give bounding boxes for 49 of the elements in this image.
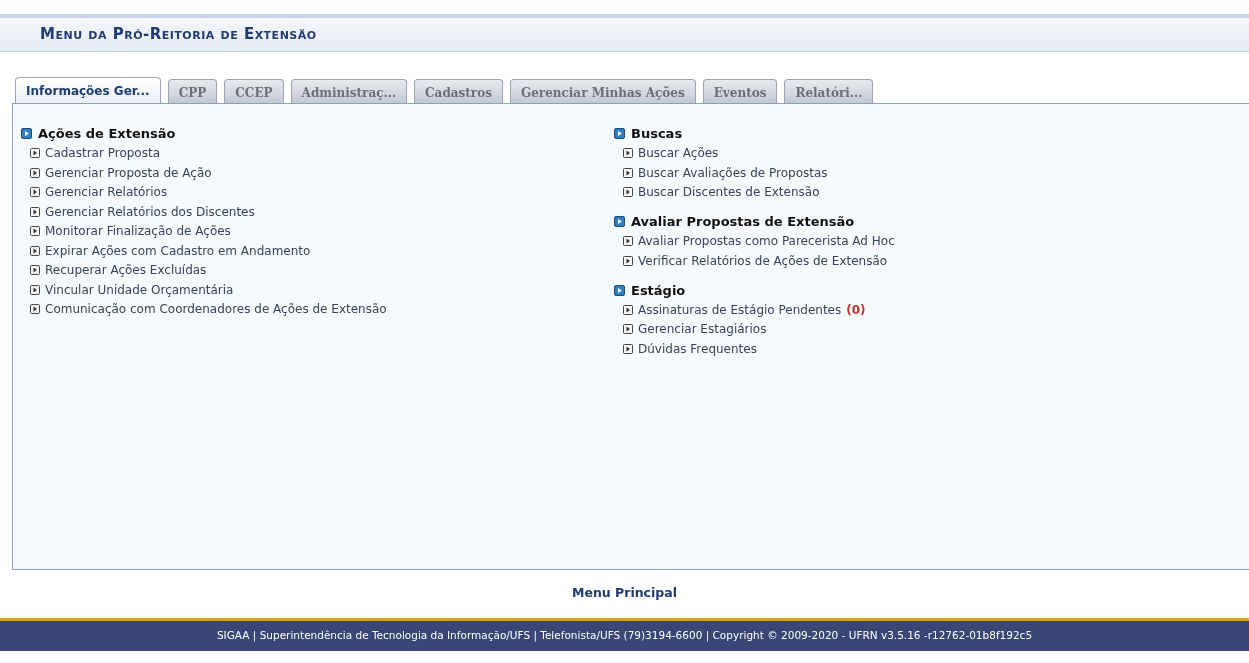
menu-link[interactable]: Recuperar Ações Excluídas xyxy=(45,261,207,280)
section-heading: Avaliar Propostas de Extensão xyxy=(631,213,855,231)
menu-link[interactable]: Buscar Discentes de Extensão xyxy=(638,183,820,202)
tab[interactable]: CPP xyxy=(167,79,218,103)
tab[interactable]: CCEP xyxy=(224,79,284,103)
arrow-icon xyxy=(623,236,633,247)
menu-link[interactable]: Gerenciar Relatórios dos Discentes xyxy=(45,202,255,221)
arrow-icon xyxy=(623,343,633,354)
page-title: Menu da Pró-Reitoria de Extensão xyxy=(40,24,317,46)
menu-link[interactable]: Buscar Ações xyxy=(638,144,719,163)
tab[interactable]: Informações Ger... xyxy=(15,77,161,103)
menu-link[interactable]: Vincular Unidade Orçamentária xyxy=(45,280,234,299)
section-heading: Ações de Extensão xyxy=(38,125,176,143)
footer-text: SIGAA | Superintendência de Tecnologia da Informação/UFS | Telefonista/UFS (79)3194-6600 | Copyright © 2009-2020 - UFRN v3.5.16 -r12762-01b8f192c5 xyxy=(216,628,1033,641)
section-heading: Buscas xyxy=(631,125,683,143)
menu-link[interactable]: Monitorar Finalização de Ações xyxy=(45,222,231,241)
arrow-icon xyxy=(30,284,40,295)
arrow-icon xyxy=(30,148,40,159)
arrow-icon xyxy=(30,245,40,256)
arrow-icon xyxy=(30,304,40,315)
arrow-icon xyxy=(30,206,40,217)
menu-link[interactable]: Gerenciar Relatórios xyxy=(45,183,168,202)
arrow-icon xyxy=(623,167,633,178)
arrow-icon xyxy=(623,304,633,315)
section-icon xyxy=(614,128,625,140)
menu-link[interactable]: Gerenciar Proposta de Ação xyxy=(45,163,212,182)
menu-link[interactable]: Avaliar Propostas como Parecerista Ad Hoc xyxy=(638,232,895,251)
arrow-icon xyxy=(623,187,633,198)
menu-link[interactable]: Assinaturas de Estágio Pendentes xyxy=(638,300,842,319)
arrow-icon xyxy=(623,324,633,335)
menu-link[interactable]: Expirar Ações com Cadastro em Andamento xyxy=(45,241,311,260)
arrow-icon xyxy=(30,226,40,237)
section-icon xyxy=(21,128,32,140)
menu-link[interactable]: Gerenciar Estagiários xyxy=(638,320,767,339)
arrow-icon xyxy=(30,265,40,276)
pending-count: (0) xyxy=(846,301,866,319)
menu-link[interactable]: Cadastrar Proposta xyxy=(45,144,160,163)
section-heading: Estágio xyxy=(631,281,686,300)
arrow-icon xyxy=(30,187,40,198)
menu-link[interactable]: Verificar Relatórios de Ações de Extensão xyxy=(638,251,888,270)
arrow-icon xyxy=(623,255,633,266)
menu-link[interactable]: Comunicação com Coordenadores de Ações de Extensão xyxy=(45,300,387,319)
arrow-icon xyxy=(30,167,40,178)
section-icon xyxy=(614,216,625,228)
main-menu-link[interactable]: Menu Principal xyxy=(572,585,677,600)
arrow-icon xyxy=(623,148,633,159)
section-icon xyxy=(614,284,625,296)
menu-link[interactable]: Buscar Avaliações de Propostas xyxy=(638,163,828,182)
menu-link[interactable]: Dúvidas Frequentes xyxy=(638,339,757,358)
